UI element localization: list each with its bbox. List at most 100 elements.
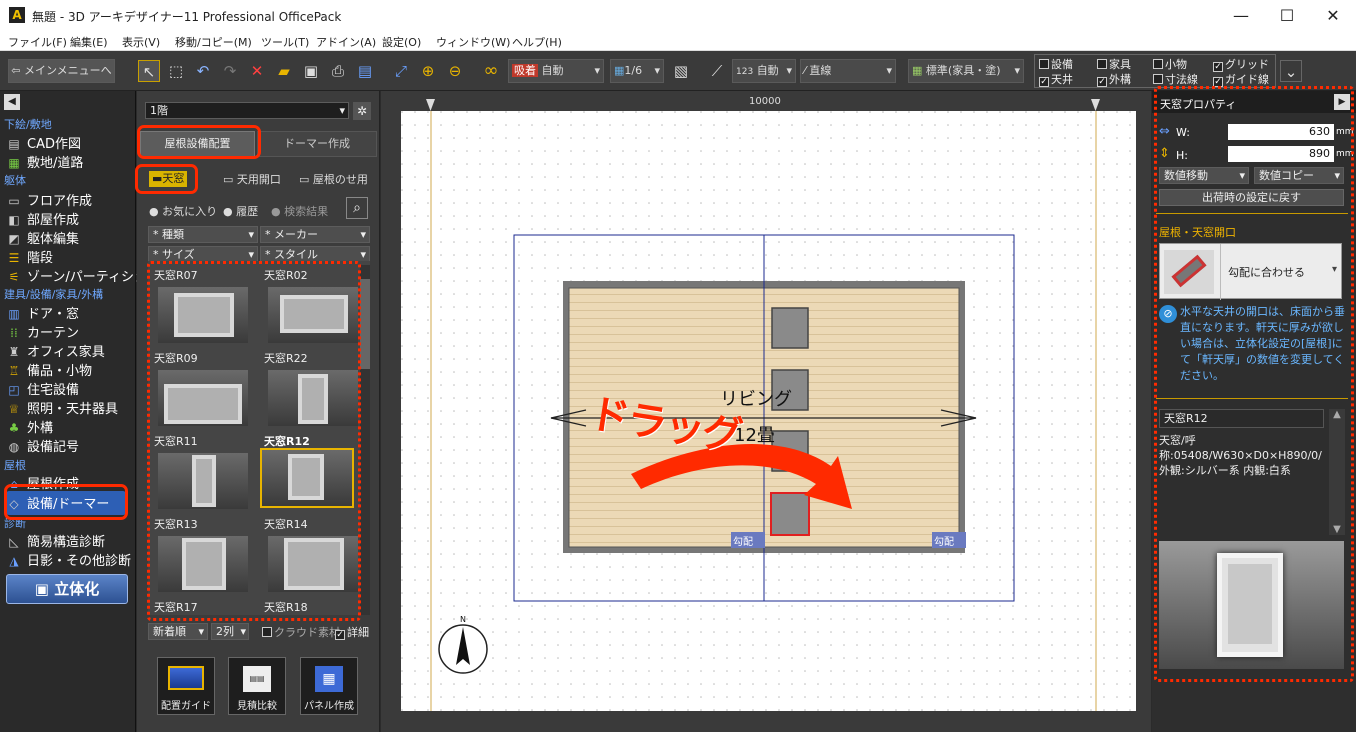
floor-select[interactable]: 1階 ▾ <box>145 102 349 119</box>
nav-room-create[interactable]: ◧ 部屋作成 <box>6 209 79 228</box>
sort-select[interactable]: 新着順 ▾ <box>148 623 208 640</box>
nav-structure-edit[interactable]: ◩ 躯体編集 <box>6 228 79 247</box>
minimize-button[interactable]: — <box>1218 0 1264 31</box>
nav-site-road[interactable]: ▦ 敷地/道路 <box>6 152 83 171</box>
grid-select[interactable]: ▦1/6 ▾ <box>610 59 664 83</box>
check-label: ガイド線 <box>1225 73 1269 86</box>
collapse-panel-icon[interactable]: ◀ <box>4 94 20 110</box>
check-mark-icon[interactable]: ✓ <box>335 630 345 640</box>
columns-value: 2列 <box>216 625 234 638</box>
menu-move-copy[interactable]: 移動/コピー(M) <box>175 34 252 50</box>
check-dimension-lines[interactable]: 寸法線 <box>1153 71 1198 87</box>
check-cloud-material[interactable]: クラウド素材 <box>262 624 340 640</box>
drawing-canvas[interactable]: 10000 リビング 12畳 勾配 勾配 N ドラッグ <box>381 91 1151 732</box>
filter-history[interactable]: ● 履歴 <box>223 203 258 219</box>
main-menu-button[interactable]: ⇦ メインメニューへ <box>8 59 115 83</box>
vertical-ruler <box>381 111 401 732</box>
render-3d-button[interactable]: ▣ 立体化 <box>6 574 128 604</box>
category-roof-mount[interactable]: ▭ 屋根のせ用 <box>299 171 368 187</box>
nav-door-window[interactable]: ▥ ドア・窓 <box>6 303 79 322</box>
placement-guide-button[interactable]: 配置ガイド <box>157 657 215 715</box>
menu-window[interactable]: ウィンドウ(W) <box>436 34 510 50</box>
standard-mode-select[interactable]: ▦ 標準(家具・塗) ▾ <box>908 59 1024 83</box>
check-grid[interactable]: ✓ グリッド <box>1213 56 1269 72</box>
menu-file[interactable]: ファイル(F) <box>8 34 67 50</box>
nav-structure-diagnosis[interactable]: ◺ 簡易構造診断 <box>6 531 105 550</box>
menu-settings[interactable]: 設定(O) <box>382 34 421 50</box>
nav-shadow-diagnosis[interactable]: ◮ 日影・その他診断 <box>6 550 131 569</box>
zoom-in-icon[interactable]: ⊕ <box>417 60 439 82</box>
search-icon[interactable]: ⌕ <box>346 197 368 219</box>
panel-create-button[interactable]: ▦ パネル作成 <box>300 657 358 715</box>
checkbox[interactable] <box>262 627 272 637</box>
nav-label: フロア作成 <box>27 194 93 209</box>
open-folder-icon[interactable]: ▰ <box>273 60 295 82</box>
check-mark-icon[interactable]: ✓ <box>1039 77 1049 87</box>
menu-help[interactable]: ヘルプ(H) <box>512 34 562 50</box>
radio-icon: ● <box>223 205 233 218</box>
snap-select[interactable]: 吸着 自動 ▾ <box>508 59 604 83</box>
check-mark-icon[interactable]: ✓ <box>1097 77 1107 87</box>
horizontal-scroll-area[interactable] <box>401 711 1136 732</box>
nav-lighting[interactable]: ♕ 照明・天井器具 <box>6 398 118 417</box>
category-ceiling-opening[interactable]: ▭ 天用開口 <box>223 171 281 187</box>
checkbox[interactable] <box>1153 59 1163 69</box>
grid-pattern-icon[interactable]: ▧ <box>670 60 692 82</box>
nav-stairs[interactable]: ☰ 階段 <box>6 247 53 266</box>
nav-housing-equipment[interactable]: ◰ 住宅設備 <box>6 379 79 398</box>
columns-select[interactable]: 2列 ▾ <box>211 623 249 640</box>
check-equipment[interactable]: 設備 <box>1039 56 1073 72</box>
close-button[interactable]: ✕ <box>1310 0 1356 31</box>
placed-skylight-4-selected[interactable] <box>770 492 810 536</box>
nav-curtain[interactable]: ⁞⁞ カーテン <box>6 322 79 341</box>
estimate-compare-button[interactable]: ▤▤ 見積比較 <box>228 657 286 715</box>
redo-icon[interactable]: ↷ <box>219 60 241 82</box>
menu-addin[interactable]: アドイン(A) <box>316 34 376 50</box>
maker-select[interactable]: * メーカー ▾ <box>260 226 370 243</box>
tile-scrollbar[interactable] <box>360 265 370 615</box>
zoom-out-icon[interactable]: ⊖ <box>444 60 466 82</box>
placed-skylight-1[interactable] <box>771 307 809 349</box>
nav-fixtures-small[interactable]: ♖ 備品・小物 <box>6 360 92 379</box>
delete-icon[interactable]: ✕ <box>246 60 268 82</box>
snap-magnet-icon[interactable]: ∞ <box>480 60 502 82</box>
save-icon[interactable]: ▣ <box>300 60 322 82</box>
line-style-select[interactable]: ⁄ 直線 ▾ <box>800 59 896 83</box>
tab-dormer-create[interactable]: ドーマー作成 <box>257 131 377 157</box>
print-icon[interactable]: ⎙ <box>327 60 349 82</box>
filter-favorites[interactable]: ● お気に入り <box>149 203 217 219</box>
expand-toolbar-icon[interactable]: ⌄ <box>1280 60 1302 82</box>
lasso-select-icon[interactable]: ⬚ <box>165 60 187 82</box>
measure-ruler-icon[interactable]: ⟋ <box>706 60 728 82</box>
menu-tools[interactable]: ツール(T) <box>261 34 309 50</box>
checkbox[interactable] <box>1153 74 1163 84</box>
check-small-items[interactable]: 小物 <box>1153 56 1187 72</box>
nav-office-furniture[interactable]: ♜ オフィス家具 <box>6 341 105 360</box>
filter-search-results[interactable]: ● 検索結果 <box>271 203 328 219</box>
gear-icon[interactable]: ✲ <box>353 102 371 120</box>
section-structure: 躯体 <box>4 174 26 187</box>
nav-cad-drawing[interactable]: ▤ CAD作図 <box>6 133 81 152</box>
checkbox[interactable] <box>1039 59 1049 69</box>
nav-floor-create[interactable]: ▭ フロア作成 <box>6 190 92 209</box>
undo-icon[interactable]: ↶ <box>192 60 214 82</box>
fit-view-icon[interactable]: ⤢ <box>390 60 412 82</box>
nav-exterior[interactable]: ♣ 外構 <box>6 417 53 436</box>
dimension-select[interactable]: 123 自動 ▾ <box>732 59 796 83</box>
screen-capture-icon[interactable]: ▤ <box>354 60 376 82</box>
check-guide-lines[interactable]: ✓ ガイド線 <box>1213 71 1269 87</box>
nav-equipment-symbol[interactable]: ◍ 設備記号 <box>6 436 79 455</box>
select-pointer-icon[interactable]: ↖ <box>138 60 160 82</box>
checkbox[interactable] <box>1097 59 1107 69</box>
menu-edit[interactable]: 編集(E) <box>70 34 108 50</box>
check-exterior[interactable]: ✓ 外構 <box>1097 71 1131 87</box>
type-select[interactable]: * 種類 ▾ <box>148 226 258 243</box>
maximize-button[interactable]: ☐ <box>1264 0 1310 31</box>
vertical-scroll-area[interactable] <box>1136 111 1151 732</box>
check-ceiling[interactable]: ✓ 天井 <box>1039 71 1073 87</box>
scrollbar-thumb[interactable] <box>360 279 370 369</box>
check-detail[interactable]: ✓ 詳細 <box>335 624 369 640</box>
floor-icon: ▭ <box>8 194 20 208</box>
menu-view[interactable]: 表示(V) <box>122 34 160 50</box>
check-furniture[interactable]: 家具 <box>1097 56 1131 72</box>
